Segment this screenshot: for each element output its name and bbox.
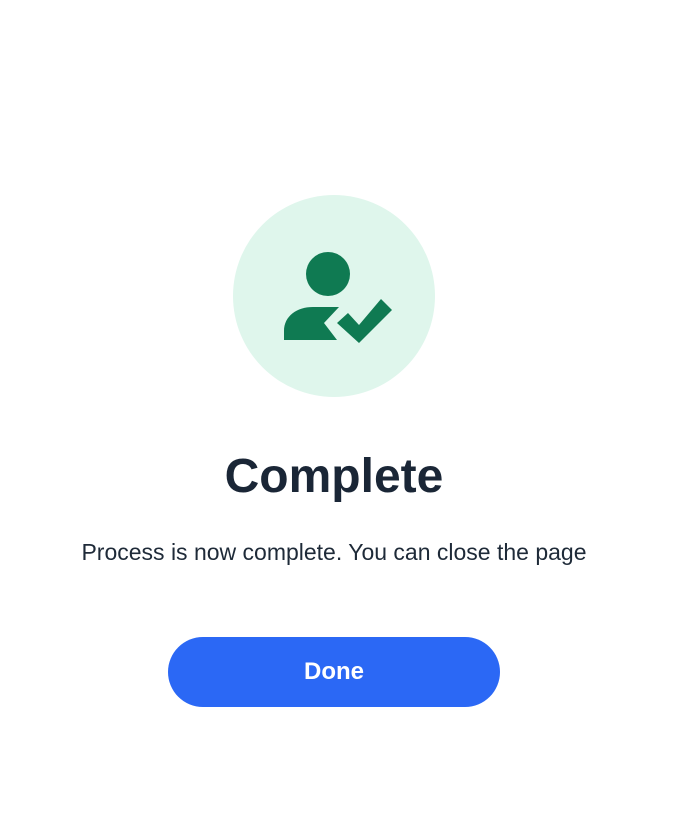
status-icon-badge bbox=[233, 195, 435, 397]
completion-screen: Complete Process is now complete. You ca… bbox=[0, 0, 692, 834]
user-check-icon bbox=[233, 195, 435, 397]
done-button[interactable]: Done bbox=[168, 637, 500, 707]
status-message: Process is now complete. You can close t… bbox=[81, 539, 587, 565]
page-title: Complete bbox=[224, 450, 444, 503]
